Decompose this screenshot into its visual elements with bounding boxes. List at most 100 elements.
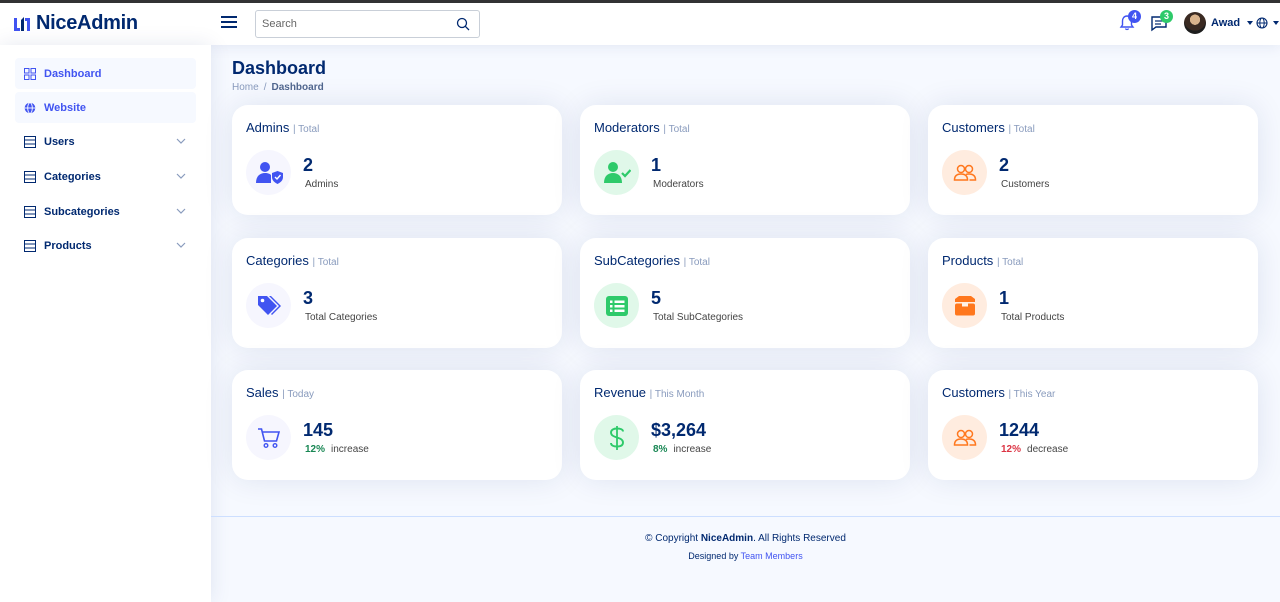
- card-label: Admins: [305, 179, 339, 190]
- card-label-row: 12% increase: [305, 444, 369, 455]
- card-title-text: Revenue: [594, 385, 647, 400]
- caret-down-icon: [1247, 21, 1254, 25]
- card-title-text: Categories: [246, 253, 309, 268]
- card-subtitle: | Total: [1008, 124, 1035, 135]
- card-label: Customers: [1001, 179, 1050, 190]
- messages-badge: 3: [1160, 10, 1173, 23]
- subcategories-card: SubCategories | Total 5 Total SubCategor…: [580, 238, 910, 348]
- revenue-card: Revenue | This Month $3,264 8% increase: [580, 370, 910, 480]
- products-card: Products | Total 1 Total Products: [928, 238, 1258, 348]
- list-icon: [24, 205, 36, 218]
- chevron-down-icon: [176, 208, 186, 214]
- chevron-down-icon: [176, 138, 186, 144]
- moderators-card: Moderators | Total 1 Moderators: [580, 105, 910, 215]
- card-percent: 12%: [305, 444, 326, 455]
- footer: © Copyright NiceAdmin. All Rights Reserv…: [211, 516, 1280, 561]
- cart-icon: [257, 427, 280, 448]
- chevron-down-icon: [176, 173, 186, 179]
- card-title-text: Sales: [246, 385, 279, 400]
- breadcrumb-home-link[interactable]: Home: [232, 82, 259, 93]
- card-label: Total SubCategories: [653, 312, 744, 323]
- card-title-text: SubCategories: [594, 253, 680, 268]
- card-icon-circle: [246, 150, 291, 195]
- card-title: Sales | Today: [246, 385, 314, 400]
- breadcrumb-separator: /: [263, 82, 267, 93]
- sidebar-item-label: Products: [44, 239, 92, 252]
- card-trend-text: increase: [331, 444, 369, 455]
- customers-year-card: Customers | This Year 1244 12% decrease: [928, 370, 1258, 480]
- card-title: Products | Total: [942, 253, 1023, 268]
- card-icon-circle: [942, 150, 987, 195]
- breadcrumb-current: Dashboard: [271, 82, 324, 93]
- card-title-text: Customers: [942, 385, 1005, 400]
- card-subtitle: | Total: [683, 257, 710, 268]
- card-value: 145: [303, 420, 334, 440]
- sidebar: Dashboard Website Users Categories Subca…: [0, 45, 211, 602]
- sidebar-item-products[interactable]: Products: [15, 230, 196, 261]
- language-dropdown[interactable]: [1256, 17, 1279, 29]
- caret-down-icon: [1273, 21, 1279, 25]
- card-title: SubCategories | Total: [594, 253, 710, 268]
- card-icon-circle: [594, 283, 639, 328]
- sidebar-item-website[interactable]: Website: [15, 92, 196, 123]
- card-value: 1: [999, 288, 1010, 308]
- card-title-text: Admins: [246, 120, 290, 135]
- messages-button[interactable]: 3: [1150, 10, 1173, 32]
- card-value: 3: [303, 288, 314, 308]
- list-box-icon: [605, 295, 628, 316]
- card-title-text: Moderators: [594, 120, 660, 135]
- card-value: $3,264: [651, 420, 707, 440]
- logo-icon: [14, 16, 30, 31]
- dollar-icon: [609, 425, 624, 450]
- people-icon: [953, 429, 976, 446]
- logo-text: NiceAdmin: [36, 12, 138, 34]
- card-subtitle: | Total: [663, 124, 690, 135]
- designed-by-label: Designed by: [688, 551, 741, 561]
- list-icon: [24, 135, 36, 148]
- menu-toggle-icon[interactable]: [220, 13, 238, 31]
- sidebar-item-dashboard[interactable]: Dashboard: [15, 58, 196, 89]
- list-icon: [24, 170, 36, 183]
- card-title: Revenue | This Month: [594, 385, 704, 400]
- card-title-text: Customers: [942, 120, 1005, 135]
- notifications-badge: 4: [1128, 10, 1141, 23]
- search-icon[interactable]: [456, 17, 470, 31]
- card-value: 5: [651, 288, 662, 308]
- copyright-prefix: © Copyright: [645, 533, 701, 544]
- search-input[interactable]: [256, 11, 446, 37]
- card-trend-text: increase: [673, 444, 712, 455]
- breadcrumb: Home / Dashboard: [232, 82, 326, 93]
- card-icon-circle: [942, 283, 987, 328]
- card-title-text: Products: [942, 253, 994, 268]
- list-icon: [24, 239, 36, 252]
- card-value: 1: [651, 155, 662, 175]
- card-percent: 8%: [653, 444, 668, 455]
- tags-icon: [257, 295, 281, 315]
- sidebar-item-label: Website: [44, 101, 86, 114]
- card-trend-text: decrease: [1027, 444, 1069, 455]
- copyright-brand: NiceAdmin: [700, 533, 754, 544]
- copyright-suffix: . All Rights Reserved: [753, 533, 846, 544]
- people-icon: [953, 164, 976, 181]
- card-label: Total Products: [1001, 312, 1065, 323]
- sidebar-item-categories[interactable]: Categories: [15, 161, 196, 192]
- card-label: Moderators: [653, 179, 704, 190]
- logo[interactable]: NiceAdmin: [13, 12, 138, 35]
- sidebar-item-users[interactable]: Users: [15, 126, 196, 157]
- profile-name: Awad: [1211, 17, 1241, 29]
- profile-dropdown[interactable]: Awad: [1184, 12, 1254, 34]
- sales-card: Sales | Today 145 12% increase: [232, 370, 562, 480]
- designed-by-text: Designed by Team Members: [211, 551, 1280, 561]
- notifications-button[interactable]: 4: [1118, 10, 1141, 32]
- user-check-icon: [603, 161, 631, 183]
- page-title: Dashboard: [232, 58, 327, 78]
- team-members-link[interactable]: Team Members: [741, 551, 803, 561]
- card-icon-circle: [942, 415, 987, 460]
- categories-card: Categories | Total 3 Total Categories: [232, 238, 562, 348]
- card-icon-circle: [594, 415, 639, 460]
- admins-card: Admins | Total 2 Admins: [232, 105, 562, 215]
- box-icon: [954, 295, 975, 315]
- sidebar-item-subcategories[interactable]: Subcategories: [15, 196, 196, 227]
- card-title: Customers | Total: [942, 120, 1035, 135]
- copyright-text: © Copyright NiceAdmin. All Rights Reserv…: [211, 533, 1280, 544]
